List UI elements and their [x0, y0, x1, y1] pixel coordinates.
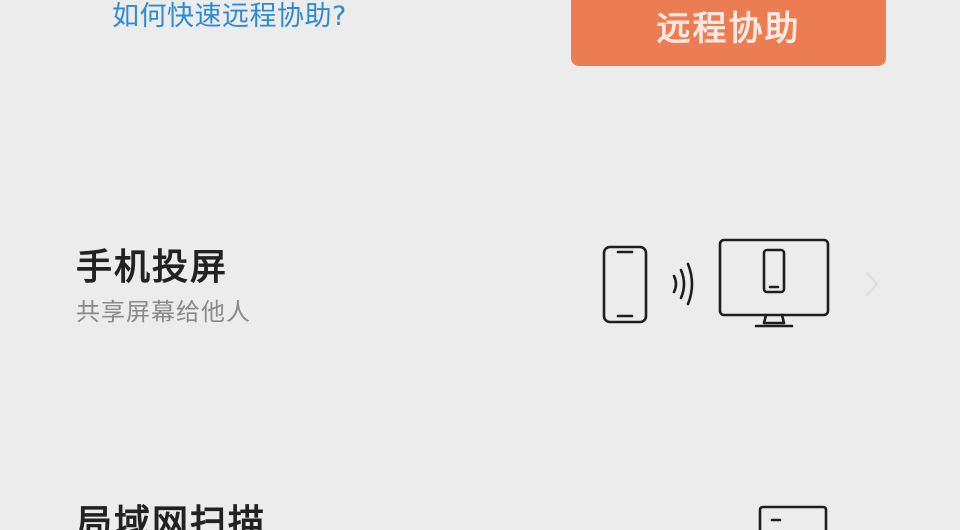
feature-screen-cast[interactable]: 手机投屏 共享屏幕给他人 — [0, 0, 960, 530]
phone-cast-to-monitor-icon — [602, 238, 830, 328]
monitor-icon — [758, 505, 828, 530]
remote-assist-page: 如何快速远程协助? 远程协助 手机投屏 共享屏幕给他人 局域网扫描 — [0, 0, 960, 530]
feature-subtitle: 共享屏幕给他人 — [76, 298, 251, 326]
how-to-remote-assist-link[interactable]: 如何快速远程协助? — [112, 0, 347, 33]
chevron-right-icon — [865, 271, 879, 297]
feature-title: 手机投屏 — [76, 247, 229, 288]
feature-title: 局域网扫描 — [76, 503, 267, 530]
feature-lan-scan[interactable]: 局域网扫描 — [0, 0, 960, 530]
remote-assist-button[interactable]: 远程协助 — [571, 0, 886, 66]
